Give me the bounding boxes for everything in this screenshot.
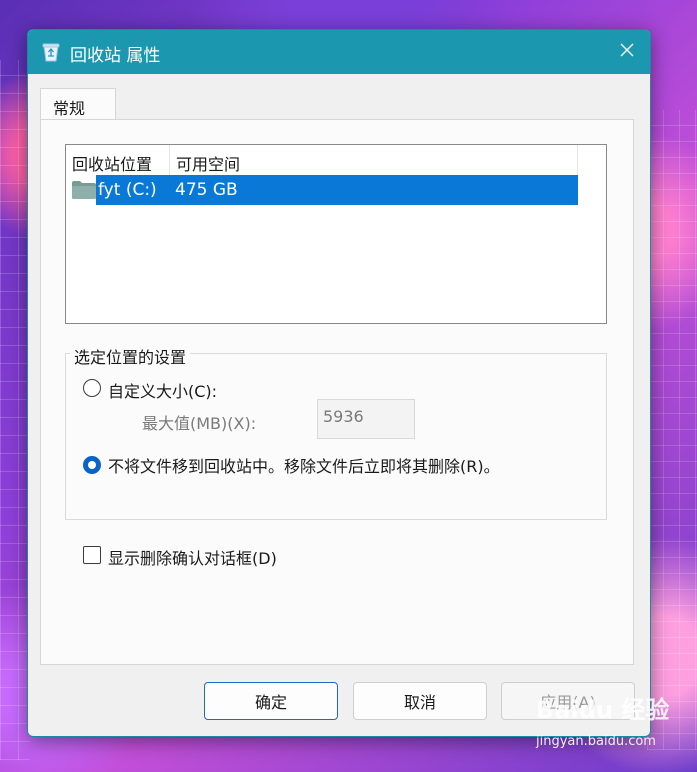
tab-general[interactable]: 常规: [40, 88, 116, 120]
column-divider[interactable]: [577, 145, 578, 175]
properties-dialog: 回收站 属性 常规 回收站位置 可用空间 fyt (C:) 475 GB 选定位…: [27, 29, 651, 737]
title-bar: 回收站 属性: [28, 30, 650, 74]
list-header: 回收站位置 可用空间: [66, 145, 578, 175]
location-list[interactable]: 回收站位置 可用空间 fyt (C:) 475 GB: [65, 144, 607, 324]
background-grid-right: [647, 110, 697, 750]
column-header-location[interactable]: 回收站位置: [72, 151, 152, 175]
folder-icon: [72, 181, 96, 199]
close-button[interactable]: [604, 30, 650, 74]
tab-strip: 常规: [40, 88, 634, 120]
list-item[interactable]: fyt (C:) 475 GB: [66, 175, 578, 205]
selected-row-highlight: fyt (C:) 475 GB: [96, 175, 578, 205]
free-space-value: 475 GB: [175, 180, 238, 200]
custom-size-label[interactable]: 自定义大小(C):: [108, 378, 217, 402]
close-icon: [619, 42, 635, 62]
column-header-free-space[interactable]: 可用空间: [176, 151, 240, 175]
recycle-bin-icon: [42, 42, 60, 62]
custom-size-radio[interactable]: [83, 379, 101, 397]
apply-button[interactable]: 应用(A): [501, 682, 635, 720]
cancel-button[interactable]: 取消: [353, 682, 487, 720]
ok-button[interactable]: 确定: [204, 682, 338, 720]
no-recycle-radio[interactable]: [83, 456, 101, 474]
drive-name: fyt (C:): [98, 180, 157, 200]
column-divider[interactable]: [169, 145, 170, 175]
settings-group-title: 选定位置的设置: [70, 344, 191, 368]
confirm-delete-checkbox[interactable]: [83, 546, 101, 564]
no-recycle-label[interactable]: 不将文件移到回收站中。移除文件后立即将其删除(R)。: [108, 453, 500, 477]
confirm-delete-label[interactable]: 显示删除确认对话框(D): [108, 545, 277, 569]
max-size-input[interactable]: 5936: [317, 399, 415, 439]
background-grid-left: [0, 60, 30, 760]
window-title: 回收站 属性: [70, 46, 161, 66]
max-size-label: 最大值(MB)(X):: [142, 414, 257, 433]
